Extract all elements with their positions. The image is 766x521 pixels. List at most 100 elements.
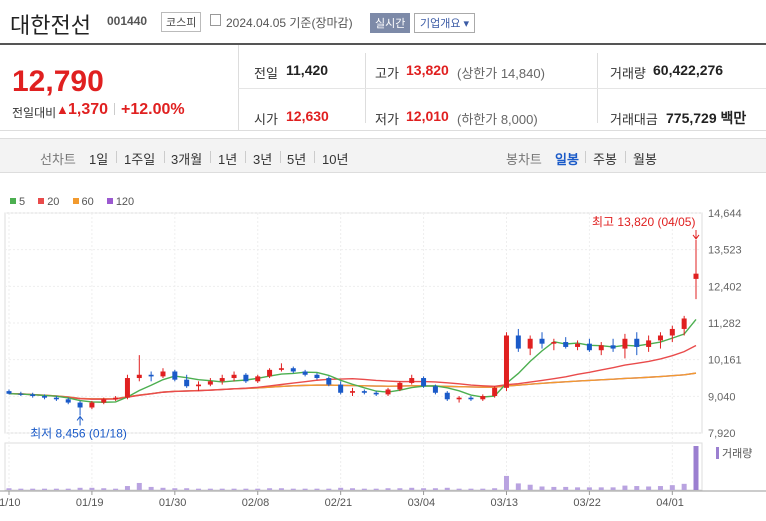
volume-bar xyxy=(338,487,344,490)
candle-body xyxy=(444,392,450,400)
volume-bar xyxy=(634,486,640,490)
candle-body xyxy=(421,378,427,387)
candle-body xyxy=(314,374,320,379)
period-1w[interactable]: 1주일 xyxy=(124,149,155,168)
y-tick-label: 11,282 xyxy=(708,318,741,330)
volume-bar xyxy=(30,488,36,490)
candle-weekly[interactable]: 주봉 xyxy=(593,149,617,168)
change-percent: +12.00% xyxy=(121,101,185,118)
volume-label: 거래량 xyxy=(610,66,646,81)
volume-frame xyxy=(4,442,703,491)
candle-body xyxy=(53,397,59,400)
period-5y[interactable]: 5년 xyxy=(287,149,306,168)
period-1d[interactable]: 1일 xyxy=(89,149,108,168)
candle-body xyxy=(586,343,592,351)
divider xyxy=(625,151,626,163)
legend-swatch xyxy=(72,198,79,204)
volume-bar xyxy=(231,488,237,490)
volume-swatch xyxy=(716,447,719,459)
volume-bar xyxy=(89,487,95,490)
current-price: 12,790 xyxy=(12,65,104,98)
volume-bar xyxy=(219,488,225,490)
y-tick-label: 10,161 xyxy=(708,355,742,367)
divider xyxy=(314,151,315,163)
volume-bar xyxy=(527,484,533,490)
candle-body xyxy=(669,328,675,336)
period-10y[interactable]: 10년 xyxy=(322,149,348,168)
candle-monthly[interactable]: 월봉 xyxy=(633,149,657,168)
candle-body xyxy=(515,335,521,349)
y-tick-label: 7,920 xyxy=(708,428,736,440)
volume-bar xyxy=(196,488,202,490)
prev-close-value: 11,420 xyxy=(286,62,329,78)
candle-body xyxy=(503,335,509,388)
open-label: 시가 xyxy=(254,112,278,127)
high-label: 고가 xyxy=(375,66,399,81)
volume-bar xyxy=(693,446,699,490)
legend-swatch xyxy=(38,198,45,204)
candlestick-chart[interactable]: 14,644 13,523 12,402 11,282 10,161 9,040 7,920… xyxy=(0,205,766,521)
candle-body xyxy=(30,394,36,397)
volume-bar xyxy=(65,488,71,490)
volume-bar xyxy=(456,488,462,490)
volume-bar xyxy=(255,488,261,490)
candle-body xyxy=(6,391,12,394)
candle-body xyxy=(563,342,569,347)
volume-bar xyxy=(42,488,48,490)
period-3m[interactable]: 3개월 xyxy=(171,149,202,168)
candle-body xyxy=(184,379,190,387)
candle-body xyxy=(385,389,391,395)
candle-body xyxy=(338,384,344,393)
divider xyxy=(238,88,766,89)
candle-body xyxy=(539,338,545,344)
candle-body xyxy=(456,397,462,400)
legend-swatch xyxy=(10,198,16,204)
company-overview-dropdown[interactable]: 기업개요 ▾ xyxy=(414,13,476,33)
volume-bar xyxy=(6,488,12,490)
candle-body xyxy=(42,396,48,398)
candle-body xyxy=(527,338,533,349)
volume-bar xyxy=(669,485,675,490)
candle-body xyxy=(267,369,273,377)
volume-bar xyxy=(598,487,604,490)
y-tick-label: 13,523 xyxy=(708,245,742,257)
divider xyxy=(210,151,211,163)
candle-body xyxy=(255,376,261,382)
candle-body xyxy=(278,368,284,370)
up-arrow-icon: ▲ xyxy=(56,102,69,117)
live-button[interactable]: 실시간 xyxy=(370,13,411,33)
volume-bar xyxy=(302,488,308,490)
volume-bar xyxy=(290,488,296,490)
candle-body xyxy=(172,371,178,380)
stock-name: 대한전선 xyxy=(10,13,91,38)
period-1y[interactable]: 1년 xyxy=(218,149,237,168)
volume-bar xyxy=(124,486,130,490)
candle-body xyxy=(89,402,95,408)
candle-body xyxy=(681,318,687,329)
volume-bar xyxy=(622,485,628,490)
candle-body xyxy=(598,345,604,351)
divider xyxy=(585,151,586,163)
low-value: 12,010 xyxy=(406,108,449,124)
volume-bar xyxy=(563,486,569,490)
volume-bar xyxy=(77,487,83,490)
candle-body xyxy=(231,374,237,379)
candle-body xyxy=(219,378,225,382)
candle-daily[interactable]: 일봉 xyxy=(555,149,579,168)
period-3y[interactable]: 3년 xyxy=(253,149,272,168)
volume-bar xyxy=(326,488,332,490)
x-tick-label: 01/10 xyxy=(0,497,21,509)
candle-body xyxy=(148,374,154,377)
candle-body xyxy=(326,378,332,385)
candle-body xyxy=(634,338,640,347)
volume-bar xyxy=(480,488,486,490)
volume-bar xyxy=(397,488,403,490)
calendar-icon xyxy=(210,14,221,26)
volume-bar xyxy=(432,488,438,490)
x-tick-label: 03/22 xyxy=(573,497,601,509)
prev-close-label: 전일 xyxy=(254,66,278,81)
candle-body xyxy=(101,399,107,403)
volume-bar xyxy=(421,488,427,490)
candle-body xyxy=(196,384,202,387)
volume-bar xyxy=(136,482,142,490)
